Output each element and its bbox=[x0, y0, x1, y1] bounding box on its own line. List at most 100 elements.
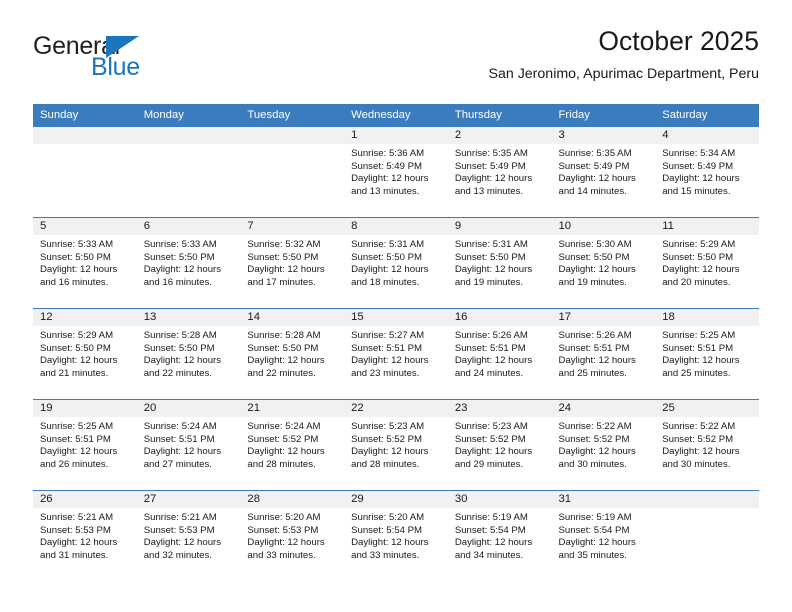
calendar-day-cell[interactable]: 20 Sunrise: 5:24 AM Sunset: 5:51 PM Dayligh… bbox=[136, 399, 241, 491]
daylight-text: Daylight: 12 hours bbox=[351, 446, 429, 458]
daylight-text: Daylight: 12 hours bbox=[247, 355, 325, 367]
calendar-day-cell[interactable]: 10 Sunrise: 5:30 AM Sunset: 5:50 PM Dayligh… bbox=[551, 217, 656, 309]
daylight-text-cont: and 26 minutes. bbox=[40, 458, 109, 470]
day-details: Sunrise: 5:25 AM Sunset: 5:51 PM Daylight:… bbox=[655, 326, 759, 380]
day-details: Sunrise: 5:35 AM Sunset: 5:49 PM Daylight:… bbox=[552, 144, 656, 198]
calendar-week-row: 26 Sunrise: 5:21 AM Sunset: 5:53 PM Dayligh… bbox=[33, 490, 759, 581]
calendar-day-cell[interactable]: 17 Sunrise: 5:26 AM Sunset: 5:51 PM Dayligh… bbox=[551, 308, 656, 400]
calendar-day-cell[interactable]: 11 Sunrise: 5:29 AM Sunset: 5:50 PM Dayligh… bbox=[655, 217, 759, 309]
day-details: Sunrise: 5:26 AM Sunset: 5:51 PM Daylight:… bbox=[448, 326, 552, 380]
daylight-text-cont: and 25 minutes. bbox=[662, 367, 731, 379]
calendar-day-cell[interactable]: 12 Sunrise: 5:29 AM Sunset: 5:50 PM Dayligh… bbox=[33, 308, 137, 400]
daylight-text-cont: and 28 minutes. bbox=[247, 458, 316, 470]
daylight-text: Daylight: 12 hours bbox=[662, 446, 740, 458]
calendar-day-cell[interactable]: 21 Sunrise: 5:24 AM Sunset: 5:52 PM Dayligh… bbox=[240, 399, 345, 491]
day-details: Sunrise: 5:20 AM Sunset: 5:53 PM Daylight:… bbox=[240, 508, 344, 562]
calendar-day-cell[interactable]: 25 Sunrise: 5:22 AM Sunset: 5:52 PM Dayligh… bbox=[655, 399, 759, 491]
calendar-day-cell[interactable]: 5 Sunrise: 5:33 AM Sunset: 5:50 PM Daylight… bbox=[33, 217, 137, 309]
day-number: 24 bbox=[551, 400, 656, 417]
daylight-text: Daylight: 12 hours bbox=[351, 355, 429, 367]
sunrise-text: Sunrise: 5:22 AM bbox=[558, 421, 632, 432]
calendar-week-row: 12 Sunrise: 5:29 AM Sunset: 5:50 PM Dayligh… bbox=[33, 308, 759, 400]
sunset-text: Sunset: 5:51 PM bbox=[454, 342, 526, 354]
calendar-day-cell[interactable]: 2 Sunrise: 5:35 AM Sunset: 5:49 PM Daylight… bbox=[447, 127, 552, 218]
calendar-day-cell[interactable]: 4 Sunrise: 5:34 AM Sunset: 5:49 PM Daylight… bbox=[655, 127, 759, 218]
sunrise-text: Sunrise: 5:29 AM bbox=[40, 330, 114, 341]
sunrise-text: Sunrise: 5:35 AM bbox=[558, 148, 632, 159]
daylight-text: Daylight: 12 hours bbox=[247, 264, 325, 276]
sunrise-text: Sunrise: 5:26 AM bbox=[558, 330, 632, 341]
sunset-text: Sunset: 5:54 PM bbox=[454, 524, 526, 536]
sunset-text: Sunset: 5:52 PM bbox=[454, 433, 526, 445]
calendar-day-cell[interactable]: 23 Sunrise: 5:23 AM Sunset: 5:52 PM Dayligh… bbox=[447, 399, 552, 491]
page-title: October 2025 bbox=[598, 26, 759, 56]
calendar-day-cell[interactable]: 24 Sunrise: 5:22 AM Sunset: 5:52 PM Dayligh… bbox=[551, 399, 656, 491]
calendar-week-row: 19 Sunrise: 5:25 AM Sunset: 5:51 PM Dayligh… bbox=[33, 399, 759, 491]
daylight-text: Daylight: 12 hours bbox=[454, 355, 533, 367]
sunrise-text: Sunrise: 5:26 AM bbox=[454, 330, 528, 341]
calendar-day-cell-empty bbox=[655, 490, 759, 581]
day-number: 17 bbox=[551, 309, 656, 326]
day-details: Sunrise: 5:29 AM Sunset: 5:50 PM Daylight:… bbox=[33, 326, 137, 380]
daylight-text: Daylight: 12 hours bbox=[351, 537, 429, 549]
day-details: Sunrise: 5:23 AM Sunset: 5:52 PM Daylight:… bbox=[344, 417, 448, 471]
calendar-day-cell[interactable]: 26 Sunrise: 5:21 AM Sunset: 5:53 PM Dayligh… bbox=[33, 490, 137, 581]
sunrise-text: Sunrise: 5:22 AM bbox=[662, 421, 736, 432]
daylight-text-cont: and 32 minutes. bbox=[143, 549, 212, 561]
calendar-week-row: 5 Sunrise: 5:33 AM Sunset: 5:50 PM Daylight… bbox=[33, 217, 759, 309]
day-number bbox=[240, 127, 345, 144]
calendar-day-cell[interactable]: 1 Sunrise: 5:36 AM Sunset: 5:49 PM Daylight… bbox=[344, 127, 448, 218]
calendar-day-cell[interactable]: 28 Sunrise: 5:20 AM Sunset: 5:53 PM Dayligh… bbox=[240, 490, 345, 581]
daylight-text: Daylight: 12 hours bbox=[662, 264, 740, 276]
sunrise-text: Sunrise: 5:19 AM bbox=[558, 512, 632, 523]
day-number: 31 bbox=[551, 491, 656, 508]
day-details: Sunrise: 5:24 AM Sunset: 5:51 PM Daylight:… bbox=[137, 417, 241, 471]
calendar-day-cell[interactable]: 15 Sunrise: 5:27 AM Sunset: 5:51 PM Dayligh… bbox=[344, 308, 448, 400]
daylight-text: Daylight: 12 hours bbox=[454, 264, 533, 276]
sunrise-text: Sunrise: 5:20 AM bbox=[351, 512, 425, 523]
day-number: 14 bbox=[240, 309, 345, 326]
daylight-text-cont: and 20 minutes. bbox=[662, 276, 731, 288]
weekday-header-saturday: Saturday bbox=[655, 104, 759, 127]
calendar-day-cell[interactable]: 19 Sunrise: 5:25 AM Sunset: 5:51 PM Dayligh… bbox=[33, 399, 137, 491]
calendar-day-cell[interactable]: 6 Sunrise: 5:33 AM Sunset: 5:50 PM Daylight… bbox=[136, 217, 241, 309]
sunset-text: Sunset: 5:50 PM bbox=[247, 251, 319, 263]
daylight-text-cont: and 16 minutes. bbox=[40, 276, 109, 288]
calendar-day-cell[interactable]: 27 Sunrise: 5:21 AM Sunset: 5:53 PM Dayligh… bbox=[136, 490, 241, 581]
calendar-day-cell[interactable]: 9 Sunrise: 5:31 AM Sunset: 5:50 PM Daylight… bbox=[447, 217, 552, 309]
title-block: October 2025 San Jeronimo, Apurimac Depa… bbox=[489, 24, 759, 84]
day-details: Sunrise: 5:28 AM Sunset: 5:50 PM Daylight:… bbox=[137, 326, 241, 380]
day-number bbox=[136, 127, 241, 144]
day-number: 6 bbox=[136, 218, 241, 235]
brand-logo[interactable]: General Blue bbox=[33, 32, 253, 88]
day-number: 1 bbox=[344, 127, 448, 144]
daylight-text-cont: and 19 minutes. bbox=[558, 276, 627, 288]
daylight-text-cont: and 13 minutes. bbox=[351, 185, 420, 197]
sunset-text: Sunset: 5:51 PM bbox=[662, 342, 734, 354]
day-details: Sunrise: 5:34 AM Sunset: 5:49 PM Daylight:… bbox=[655, 144, 759, 198]
sunset-text: Sunset: 5:49 PM bbox=[662, 160, 734, 172]
day-number: 7 bbox=[240, 218, 345, 235]
daylight-text: Daylight: 12 hours bbox=[40, 264, 118, 276]
day-details: Sunrise: 5:19 AM Sunset: 5:54 PM Daylight:… bbox=[448, 508, 552, 562]
sunset-text: Sunset: 5:51 PM bbox=[143, 433, 215, 445]
calendar-day-cell[interactable]: 30 Sunrise: 5:19 AM Sunset: 5:54 PM Dayligh… bbox=[447, 490, 552, 581]
sunrise-text: Sunrise: 5:30 AM bbox=[558, 239, 632, 250]
calendar-day-cell[interactable]: 8 Sunrise: 5:31 AM Sunset: 5:50 PM Daylight… bbox=[344, 217, 448, 309]
calendar-day-cell[interactable]: 22 Sunrise: 5:23 AM Sunset: 5:52 PM Dayligh… bbox=[344, 399, 448, 491]
day-number: 8 bbox=[344, 218, 448, 235]
calendar-day-cell[interactable]: 3 Sunrise: 5:35 AM Sunset: 5:49 PM Daylight… bbox=[551, 127, 656, 218]
sunset-text: Sunset: 5:52 PM bbox=[662, 433, 734, 445]
daylight-text-cont: and 29 minutes. bbox=[454, 458, 524, 470]
day-number: 19 bbox=[33, 400, 137, 417]
calendar-day-cell[interactable]: 16 Sunrise: 5:26 AM Sunset: 5:51 PM Dayligh… bbox=[447, 308, 552, 400]
calendar-grid: Sunday Monday Tuesday Wednesday Thursday… bbox=[33, 104, 759, 581]
day-number: 25 bbox=[655, 400, 759, 417]
daylight-text-cont: and 21 minutes. bbox=[40, 367, 109, 379]
calendar-day-cell[interactable]: 31 Sunrise: 5:19 AM Sunset: 5:54 PM Dayligh… bbox=[551, 490, 656, 581]
calendar-day-cell[interactable]: 7 Sunrise: 5:32 AM Sunset: 5:50 PM Daylight… bbox=[240, 217, 345, 309]
calendar-day-cell[interactable]: 29 Sunrise: 5:20 AM Sunset: 5:54 PM Dayligh… bbox=[344, 490, 448, 581]
calendar-day-cell[interactable]: 18 Sunrise: 5:25 AM Sunset: 5:51 PM Dayligh… bbox=[655, 308, 759, 400]
calendar-day-cell[interactable]: 13 Sunrise: 5:28 AM Sunset: 5:50 PM Dayligh… bbox=[136, 308, 241, 400]
calendar-day-cell[interactable]: 14 Sunrise: 5:28 AM Sunset: 5:50 PM Dayligh… bbox=[240, 308, 345, 400]
